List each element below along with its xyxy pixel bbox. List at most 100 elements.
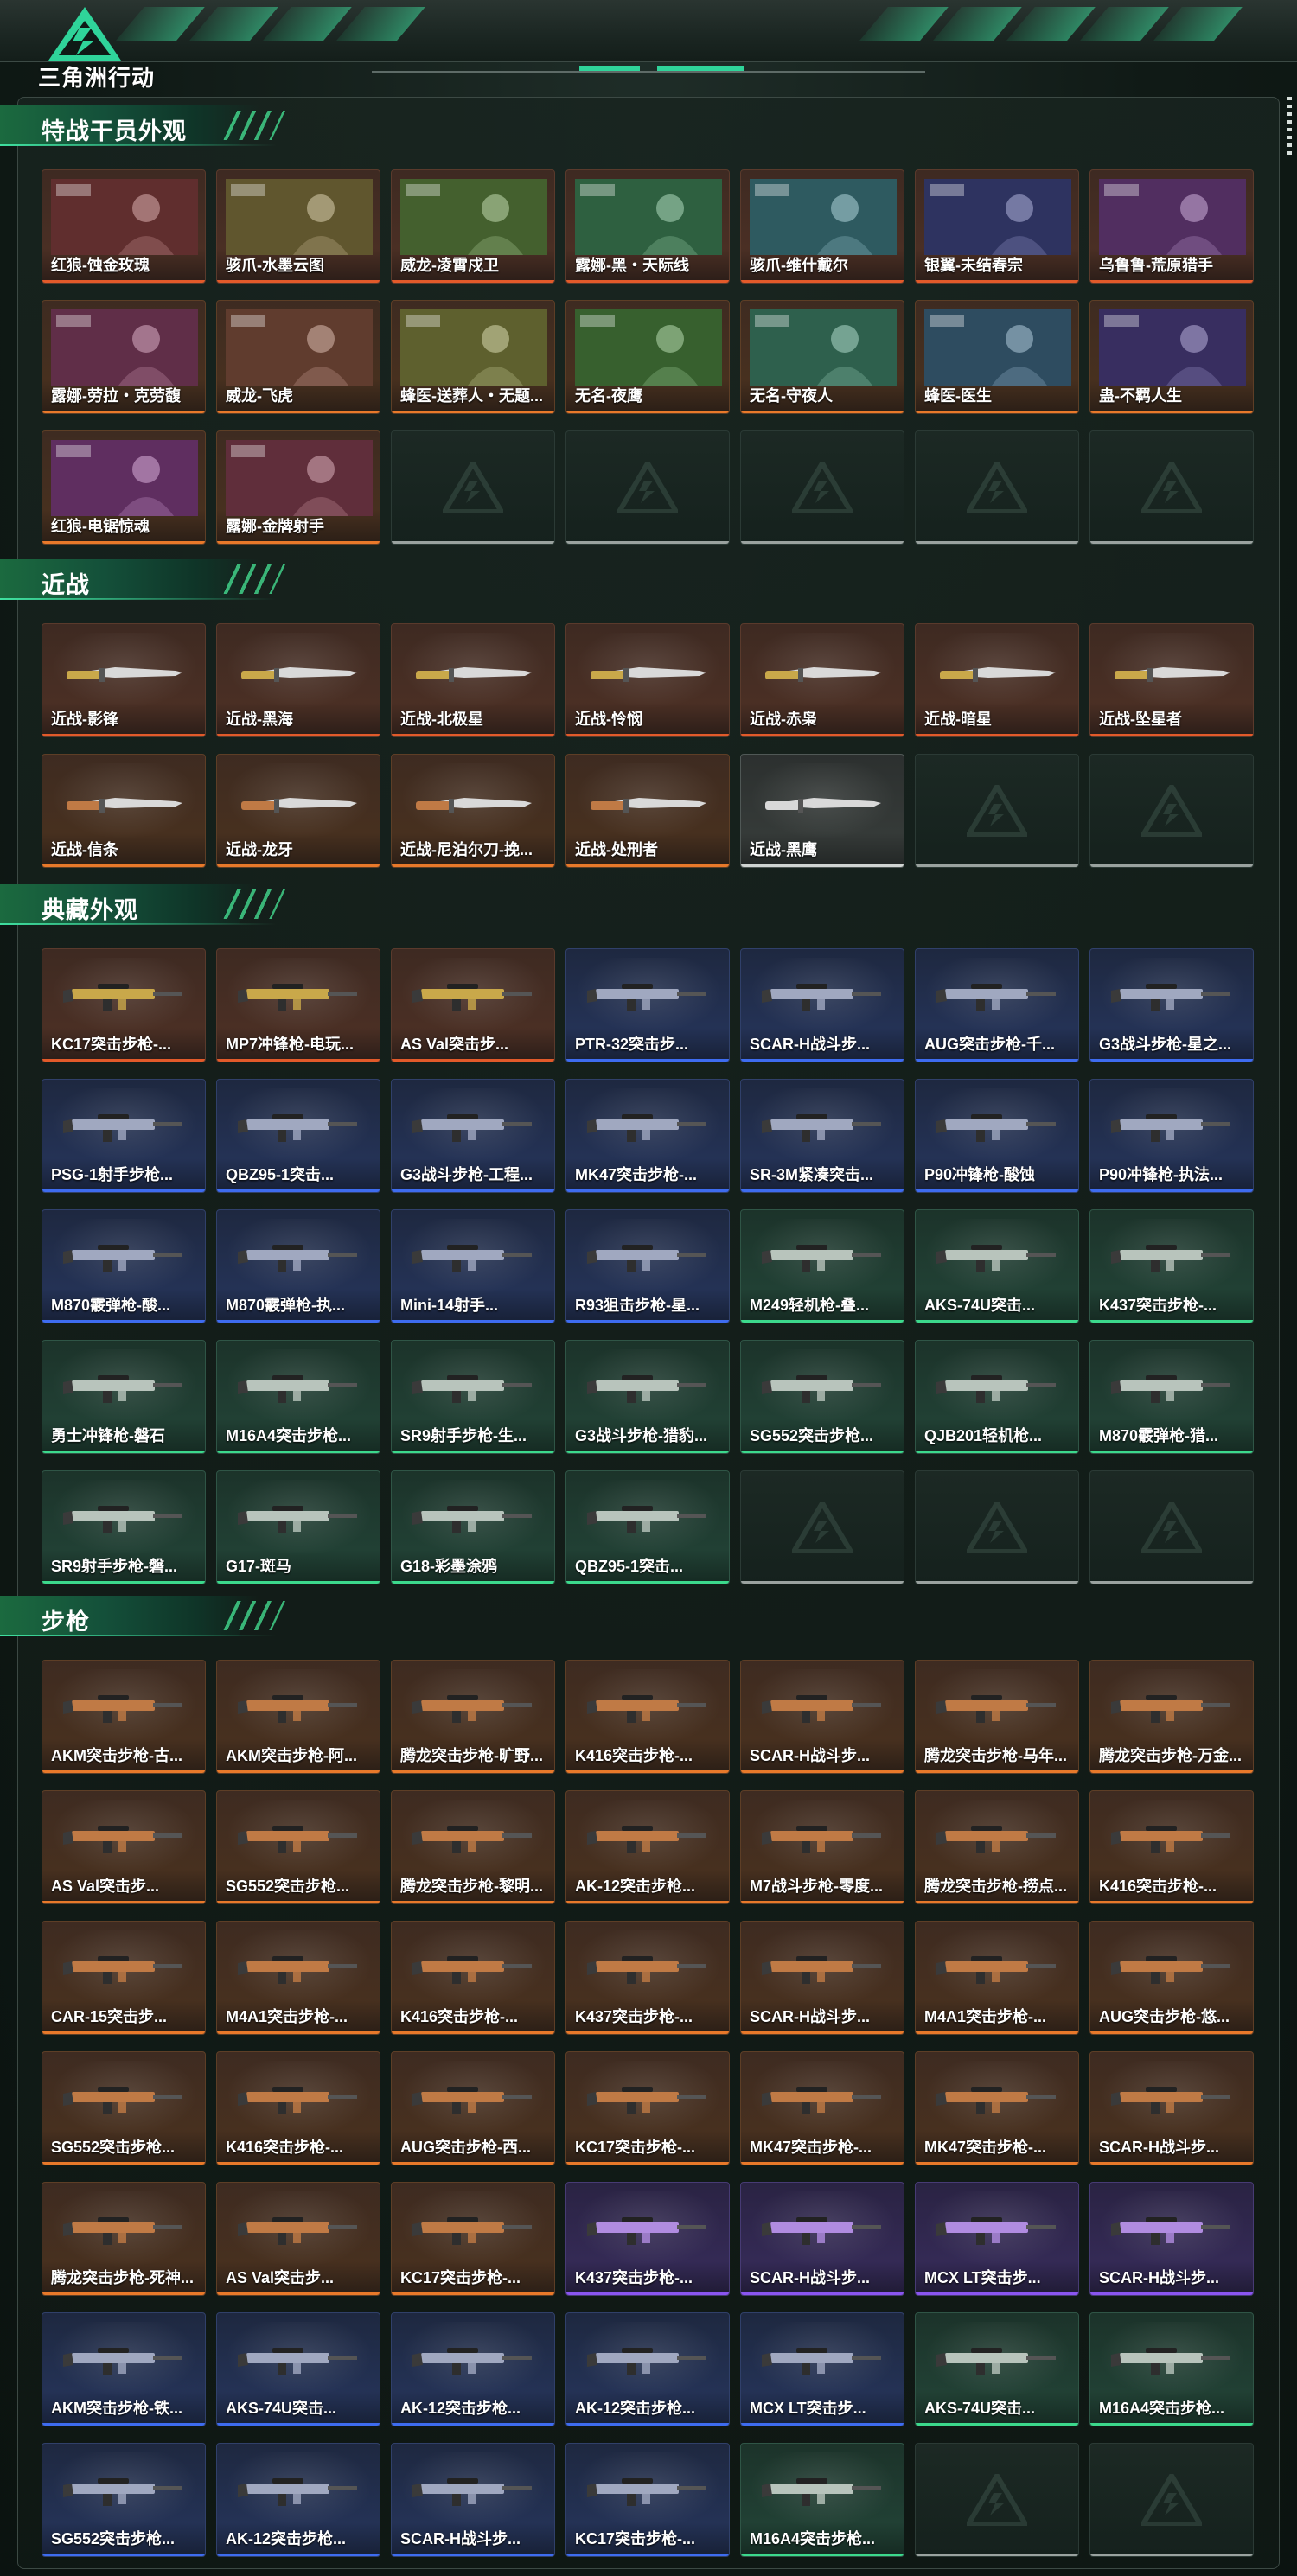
collection-item-card[interactable]: KC17突击步枪-... xyxy=(391,2182,555,2296)
collection-item-card[interactable]: SCAR-H战斗步... xyxy=(1089,2051,1254,2165)
collection-item-card[interactable]: K416突击步枪-... xyxy=(1089,1790,1254,1904)
collection-item-card[interactable]: M4A1突击步枪-... xyxy=(216,1921,380,2035)
collection-item-card[interactable]: MP7冲锋枪-电玩... xyxy=(216,948,380,1062)
collection-item-card[interactable]: 露娜-劳拉・克劳馥 xyxy=(42,300,206,414)
collection-item-card[interactable]: 红狼-电锯惊魂 xyxy=(42,430,206,545)
collection-item-card[interactable]: 骇爪-水墨云图 xyxy=(216,169,380,284)
collection-item-card[interactable]: AUG突击步枪-悠... xyxy=(1089,1921,1254,2035)
collection-item-card[interactable]: G17-斑马 xyxy=(216,1470,380,1584)
collection-item-card[interactable]: SG552突击步枪... xyxy=(216,1790,380,1904)
collection-item-card[interactable]: MCX LT突击步... xyxy=(740,2312,904,2426)
collection-item-card[interactable]: SCAR-H战斗步... xyxy=(1089,2182,1254,2296)
collection-item-card[interactable]: M16A4突击步枪... xyxy=(1089,2312,1254,2426)
collection-item-card[interactable]: 腾龙突击步枪-捞点... xyxy=(915,1790,1079,1904)
collection-item-card[interactable]: PTR-32突击步... xyxy=(565,948,730,1062)
collection-item-card[interactable]: SG552突击步枪... xyxy=(42,2051,206,2165)
collection-item-card[interactable]: M249轻机枪-叠... xyxy=(740,1209,904,1323)
collection-item-card[interactable]: AS Val突击步... xyxy=(42,1790,206,1904)
collection-item-card[interactable]: AK-12突击步枪... xyxy=(391,2312,555,2426)
collection-item-card[interactable]: M4A1突击步枪-... xyxy=(915,1921,1079,2035)
collection-item-card[interactable]: G3战斗步枪-工程... xyxy=(391,1079,555,1193)
collection-item-card[interactable]: 蜂医-医生 xyxy=(915,300,1079,414)
collection-item-card[interactable]: AKS-74U突击... xyxy=(216,2312,380,2426)
collection-item-card[interactable]: 露娜-黑・天际线 xyxy=(565,169,730,284)
collection-item-card[interactable]: SCAR-H战斗步... xyxy=(740,1921,904,2035)
collection-item-card[interactable]: 乌鲁鲁-荒原猎手 xyxy=(1089,169,1254,284)
collection-item-card[interactable]: QBZ95-1突击... xyxy=(565,1470,730,1584)
collection-item-card[interactable]: AUG突击步枪-千... xyxy=(915,948,1079,1062)
collection-item-card[interactable]: AS Val突击步... xyxy=(391,948,555,1062)
collection-item-card[interactable]: AKM突击步枪-古... xyxy=(42,1660,206,1774)
collection-item-card[interactable]: SG552突击步枪... xyxy=(42,2443,206,2557)
collection-item-card[interactable]: AK-12突击步枪... xyxy=(565,2312,730,2426)
collection-item-card[interactable]: AKM突击步枪-铁... xyxy=(42,2312,206,2426)
collection-item-card[interactable]: K416突击步枪-... xyxy=(391,1921,555,2035)
collection-item-card[interactable]: M7战斗步枪-零度... xyxy=(740,1790,904,1904)
collection-item-card[interactable]: MK47突击步枪-... xyxy=(915,2051,1079,2165)
collection-item-card[interactable]: SR9射手步枪-生... xyxy=(391,1340,555,1454)
collection-item-card[interactable]: G3战斗步枪-猎豹... xyxy=(565,1340,730,1454)
collection-item-card[interactable]: AUG突击步枪-西... xyxy=(391,2051,555,2165)
collection-item-card[interactable]: K437突击步枪-... xyxy=(1089,1209,1254,1323)
collection-item-card[interactable]: AK-12突击步枪... xyxy=(216,2443,380,2557)
collection-item-card[interactable]: K437突击步枪-... xyxy=(565,1921,730,2035)
collection-item-card[interactable]: 腾龙突击步枪-万金... xyxy=(1089,1660,1254,1774)
collection-item-card[interactable]: 近战-怜悯 xyxy=(565,623,730,737)
collection-item-card[interactable]: 近战-暗星 xyxy=(915,623,1079,737)
collection-item-card[interactable]: 近战-坠星者 xyxy=(1089,623,1254,737)
collection-item-card[interactable]: MCX LT突击步... xyxy=(915,2182,1079,2296)
collection-item-card[interactable]: 无名-夜鹰 xyxy=(565,300,730,414)
collection-item-card[interactable]: M870霰弹枪-执... xyxy=(216,1209,380,1323)
collection-item-card[interactable]: 无名-守夜人 xyxy=(740,300,904,414)
collection-item-card[interactable]: AS Val突击步... xyxy=(216,2182,380,2296)
collection-item-card[interactable]: QJB201轻机枪... xyxy=(915,1340,1079,1454)
collection-item-card[interactable]: 蜂医-送葬人・无题... xyxy=(391,300,555,414)
collection-item-card[interactable]: SR-3M紧凑突击... xyxy=(740,1079,904,1193)
collection-item-card[interactable]: R93狙击步枪-星... xyxy=(565,1209,730,1323)
collection-item-card[interactable]: 近战-黑海 xyxy=(216,623,380,737)
collection-item-card[interactable]: 露娜-金牌射手 xyxy=(216,430,380,545)
collection-item-card[interactable]: QBZ95-1突击... xyxy=(216,1079,380,1193)
collection-item-card[interactable]: M870霰弹枪-酸... xyxy=(42,1209,206,1323)
collection-item-card[interactable]: 腾龙突击步枪-旷野... xyxy=(391,1660,555,1774)
collection-item-card[interactable]: 近战-信条 xyxy=(42,754,206,868)
collection-item-card[interactable]: MK47突击步枪-... xyxy=(565,1079,730,1193)
collection-item-card[interactable]: SCAR-H战斗步... xyxy=(740,1660,904,1774)
collection-item-card[interactable]: 腾龙突击步枪-死神... xyxy=(42,2182,206,2296)
collection-item-card[interactable]: AKS-74U突击... xyxy=(915,2312,1079,2426)
collection-item-card[interactable]: PSG-1射手步枪... xyxy=(42,1079,206,1193)
collection-item-card[interactable]: AKS-74U突击... xyxy=(915,1209,1079,1323)
collection-item-card[interactable]: 勇士冲锋枪-磐石 xyxy=(42,1340,206,1454)
collection-item-card[interactable]: SCAR-H战斗步... xyxy=(740,2182,904,2296)
collection-item-card[interactable]: KC17突击步枪-... xyxy=(565,2443,730,2557)
collection-item-card[interactable]: 腾龙突击步枪-黎明... xyxy=(391,1790,555,1904)
collection-item-card[interactable]: K416突击步枪-... xyxy=(216,2051,380,2165)
collection-item-card[interactable]: 蛊-不羁人生 xyxy=(1089,300,1254,414)
collection-item-card[interactable]: 近战-北极星 xyxy=(391,623,555,737)
collection-item-card[interactable]: K416突击步枪-... xyxy=(565,1660,730,1774)
collection-item-card[interactable]: 近战-黑鹰 xyxy=(740,754,904,868)
collection-item-card[interactable]: M16A4突击步枪... xyxy=(216,1340,380,1454)
collection-item-card[interactable]: SCAR-H战斗步... xyxy=(391,2443,555,2557)
collection-item-card[interactable]: M16A4突击步枪... xyxy=(740,2443,904,2557)
collection-item-card[interactable]: 近战-赤枭 xyxy=(740,623,904,737)
collection-item-card[interactable]: SG552突击步枪... xyxy=(740,1340,904,1454)
collection-item-card[interactable]: KC17突击步枪-... xyxy=(42,948,206,1062)
collection-item-card[interactable]: M870霰弹枪-猎... xyxy=(1089,1340,1254,1454)
collection-item-card[interactable]: MK47突击步枪-... xyxy=(740,2051,904,2165)
collection-item-card[interactable]: 近战-尼泊尔刀-挽... xyxy=(391,754,555,868)
collection-item-card[interactable]: 近战-影锋 xyxy=(42,623,206,737)
collection-item-card[interactable]: G3战斗步枪-星之... xyxy=(1089,948,1254,1062)
collection-item-card[interactable]: G18-彩墨涂鸦 xyxy=(391,1470,555,1584)
collection-item-card[interactable]: SR9射手步枪-磐... xyxy=(42,1470,206,1584)
collection-item-card[interactable]: AKM突击步枪-阿... xyxy=(216,1660,380,1774)
collection-item-card[interactable]: 威龙-凌霄戍卫 xyxy=(391,169,555,284)
collection-item-card[interactable]: 腾龙突击步枪-马年... xyxy=(915,1660,1079,1774)
collection-item-card[interactable]: K437突击步枪-... xyxy=(565,2182,730,2296)
collection-item-card[interactable]: 骇爪-维什戴尔 xyxy=(740,169,904,284)
collection-item-card[interactable]: 近战-处刑者 xyxy=(565,754,730,868)
collection-item-card[interactable]: AK-12突击步枪... xyxy=(565,1790,730,1904)
collection-item-card[interactable]: CAR-15突击步... xyxy=(42,1921,206,2035)
collection-item-card[interactable]: SCAR-H战斗步... xyxy=(740,948,904,1062)
collection-item-card[interactable]: P90冲锋枪-执法... xyxy=(1089,1079,1254,1193)
